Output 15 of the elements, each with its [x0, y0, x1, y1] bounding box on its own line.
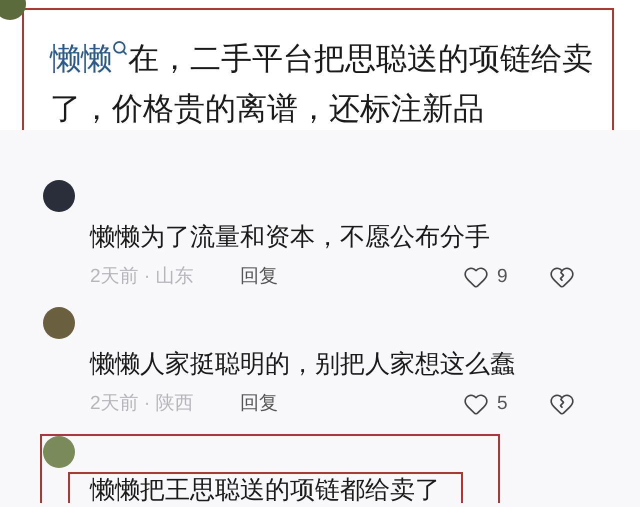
- comment-text: 懒懒人家挺聪明的，别把人家想这么蠢: [90, 351, 516, 377]
- reply-link[interactable]: 回复: [240, 390, 278, 418]
- comment-text: 懒懒为了流量和资本，不愿公布分手: [90, 224, 491, 250]
- comment-meta: 2天前 · 陕西: [90, 392, 194, 416]
- like-count: 5: [497, 392, 509, 416]
- reply-link[interactable]: 回复: [240, 262, 278, 292]
- avatar: [43, 436, 75, 468]
- search-icon: [112, 40, 128, 56]
- like-count: 9: [497, 264, 509, 289]
- mention-link[interactable]: 懒懒: [50, 41, 112, 76]
- comment-meta: 2天前 · 山东: [90, 264, 194, 289]
- avatar: [43, 180, 75, 212]
- post-text: 懒懒 在，二手平台把思聪送的项链给卖了，价格贵的离谱，还标注新品: [50, 39, 594, 128]
- avatar: [43, 307, 75, 339]
- comment-text: 懒懒把王思聪送的项链都给卖了: [90, 477, 441, 503]
